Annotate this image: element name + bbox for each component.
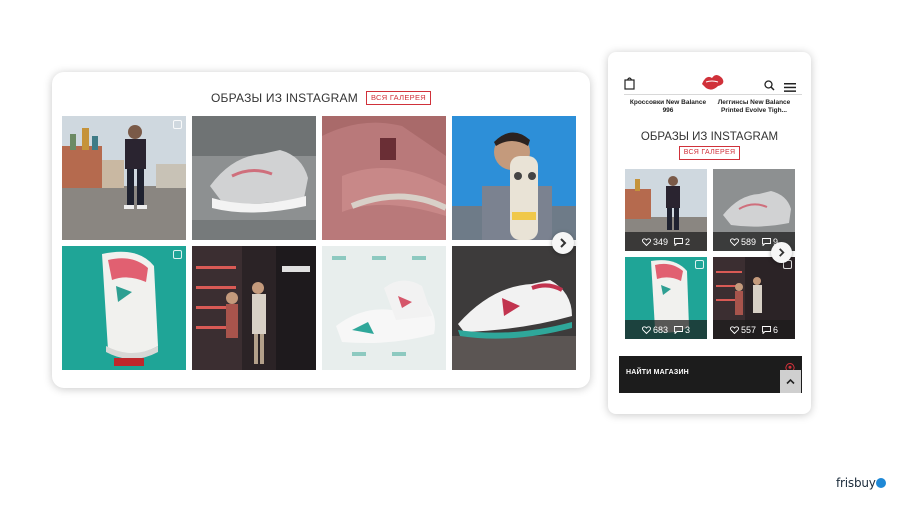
heart-icon [729,237,739,246]
gallery-photo-store-interior[interactable] [192,246,316,370]
gallery-photo-sneaker-pattern[interactable] [322,246,446,370]
heart-icon [641,237,651,246]
frisbuy-logo-dot [876,478,886,488]
like-count: 349 [652,236,668,247]
chevron-right-icon [560,238,567,248]
gallery-photo-pink-sneaker[interactable] [322,116,446,240]
gallery-photo-red-square[interactable] [62,116,186,240]
chevron-up-icon [786,378,795,385]
frisbuy-logo: frisbuy [836,476,876,490]
comment-icon [674,325,683,334]
heart-icon [729,325,739,334]
chevron-right-icon [779,248,785,257]
instagram-icon [173,250,182,259]
mobile-post-3[interactable]: 683 3 [625,257,707,339]
comment-count: 3 [685,324,691,335]
comment-icon [762,325,771,334]
mobile-post-4[interactable]: 557 6 [713,257,795,339]
next-arrow-button[interactable] [552,232,574,254]
post-stats: 557 6 [713,320,795,339]
instagram-icon [695,260,704,269]
gallery-photo-grey-sneaker[interactable] [192,116,316,240]
heart-icon [641,325,651,334]
mobile-mockup: Кроссовки New Balance 996 Леггинсы New B… [608,52,811,414]
comment-icon [762,237,771,246]
desktop-title: ОБРАЗЫ ИЗ INSTAGRAM [211,91,358,105]
gallery-photo-skateboard-man[interactable] [452,116,576,240]
instagram-icon [173,120,182,129]
comment-count: 2 [685,236,691,247]
find-store-bar[interactable]: НАЙТИ МАГАЗИН [619,356,802,393]
gallery-photo-teal-sneaker[interactable] [62,246,186,370]
like-count: 683 [652,324,668,335]
product-link-1[interactable]: Кроссовки New Balance 996 [624,99,712,115]
comment-icon [674,237,683,246]
scroll-up-button[interactable] [780,370,801,393]
desktop-gallery-button[interactable]: ВСЯ ГАЛЕРЕЯ [365,91,431,105]
header-divider [624,94,802,95]
like-count: 589 [740,236,756,247]
mobile-gallery-button[interactable]: ВСЯ ГАЛЕРЕЯ [678,146,741,160]
mobile-post-2[interactable]: 589 9 [713,169,795,251]
desktop-widget: ОБРАЗЫ ИЗ INSTAGRAM ВСЯ ГАЛЕРЕЯ [52,72,590,388]
shopping-bag-icon[interactable] [624,76,635,95]
mobile-post-1[interactable]: 349 2 [625,169,707,251]
desktop-header: ОБРАЗЫ ИЗ INSTAGRAM ВСЯ ГАЛЕРЕЯ [52,91,590,109]
gallery-photo-white-sneaker[interactable] [452,246,576,370]
mobile-title: ОБРАЗЫ ИЗ INSTAGRAM [640,131,779,143]
product-link-2[interactable]: Леггинсы New Balance Printed Evolve Tigh… [710,99,798,115]
comment-count: 6 [773,324,779,335]
post-stats: 683 3 [625,320,707,339]
post-stats: 349 2 [625,232,707,251]
mobile-next-arrow-button[interactable] [771,242,792,263]
like-count: 557 [740,324,756,335]
find-store-label: НАЙТИ МАГАЗИН [626,369,689,376]
